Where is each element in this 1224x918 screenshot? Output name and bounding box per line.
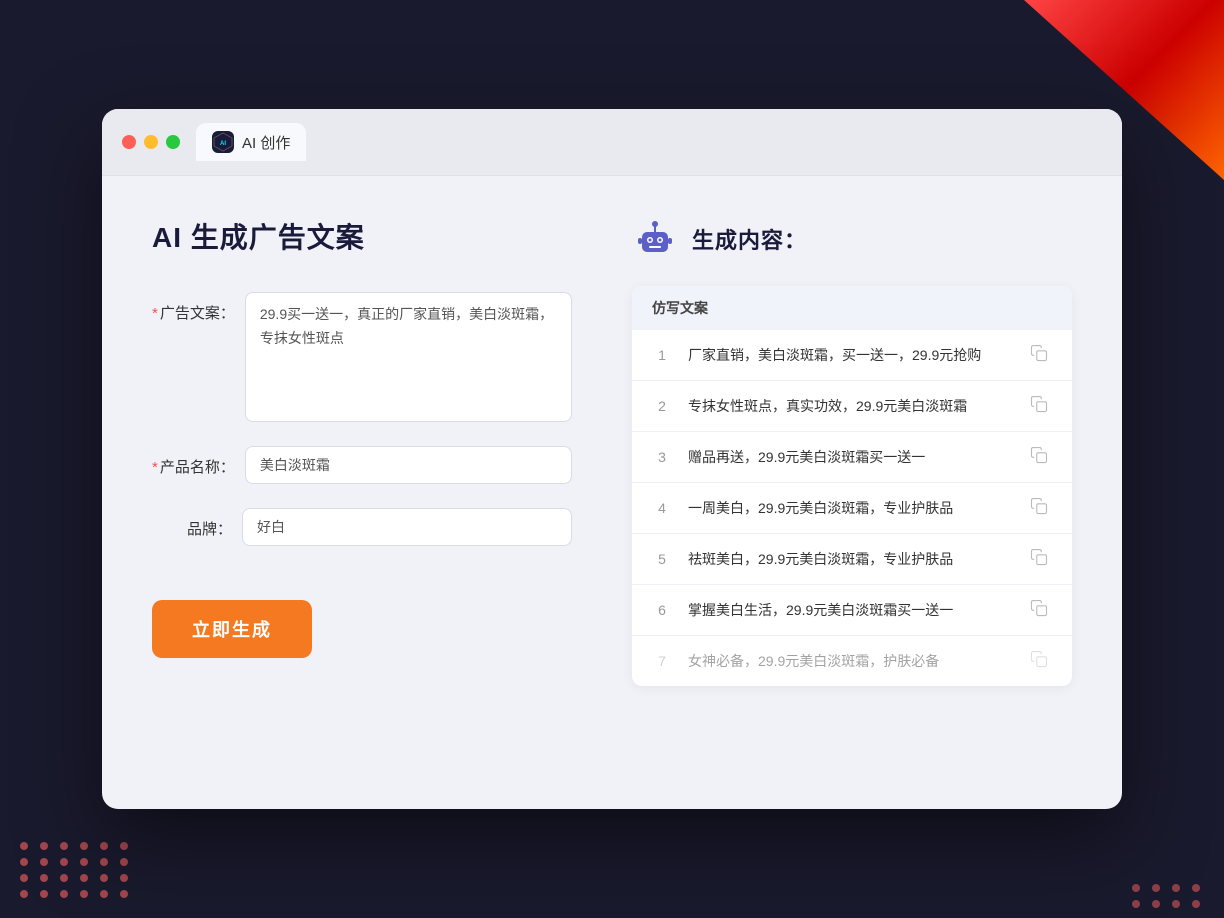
traffic-light-red[interactable] [122, 135, 136, 149]
result-text: 女神必备，29.9元美白淡斑霜，护肤必备 [688, 651, 1014, 672]
result-row: 2 专抹女性斑点，真实功效，29.9元美白淡斑霜 [632, 381, 1072, 432]
svg-text:AI: AI [220, 141, 226, 147]
product-name-label: *产品名称： [152, 446, 235, 477]
copy-button[interactable] [1030, 548, 1052, 570]
copy-button[interactable] [1030, 344, 1052, 366]
result-row: 1 厂家直销，美白淡斑霜，买一送一，29.9元抢购 [632, 330, 1072, 381]
result-text: 赠品再送，29.9元美白淡斑霜买一送一 [688, 447, 1014, 468]
tab-icon: AI [212, 131, 234, 153]
right-title: 生成内容： [692, 223, 807, 255]
main-content: AI 生成广告文案 *广告文案： *产品名称： 品牌： 立 [102, 176, 1122, 776]
robot-icon [632, 216, 678, 262]
results-list: 1 厂家直销，美白淡斑霜，买一送一，29.9元抢购 2 专抹女性斑点，真实功效，29… [632, 330, 1072, 686]
result-text: 厂家直销，美白淡斑霜，买一送一，29.9元抢购 [688, 345, 1014, 366]
tab-icon-svg: AI [212, 131, 234, 153]
bg-decoration-bottom-right [1132, 884, 1204, 908]
product-name-input[interactable] [245, 446, 572, 484]
tab-label: AI 创作 [242, 132, 290, 153]
result-number: 1 [652, 347, 672, 363]
browser-window: AI AI 创作 AI 生成广告文案 *广告文案： *产品名称： [102, 109, 1122, 809]
result-row: 5 祛斑美白，29.9元美白淡斑霜，专业护肤品 [632, 534, 1072, 585]
right-panel: 生成内容： 仿写文案 1 厂家直销，美白淡斑霜，买一送一，29.9元抢购 2 专抹女… [632, 216, 1072, 736]
required-star-ad: * [152, 305, 158, 322]
results-header: 仿写文案 [632, 286, 1072, 330]
page-title: AI 生成广告文案 [152, 216, 572, 256]
result-number: 3 [652, 449, 672, 465]
copy-button[interactable] [1030, 497, 1052, 519]
browser-tab[interactable]: AI AI 创作 [196, 123, 306, 161]
right-header: 生成内容： [632, 216, 1072, 262]
result-text: 专抹女性斑点，真实功效，29.9元美白淡斑霜 [688, 396, 1014, 417]
result-row: 6 掌握美白生活，29.9元美白淡斑霜买一送一 [632, 585, 1072, 636]
ad-copy-label: *广告文案： [152, 292, 235, 323]
copy-button[interactable] [1030, 599, 1052, 621]
robot-svg [632, 216, 678, 262]
result-number: 5 [652, 551, 672, 567]
copy-button[interactable] [1030, 650, 1052, 672]
traffic-lights [122, 135, 180, 149]
result-number: 4 [652, 500, 672, 516]
copy-button[interactable] [1030, 446, 1052, 468]
result-row: 4 一周美白，29.9元美白淡斑霜，专业护肤品 [632, 483, 1072, 534]
result-number: 7 [652, 653, 672, 669]
result-number: 2 [652, 398, 672, 414]
brand-label: 品牌： [152, 508, 232, 539]
result-row: 3 赠品再送，29.9元美白淡斑霜买一送一 [632, 432, 1072, 483]
dot-grid-decoration [20, 842, 132, 898]
result-text: 祛斑美白，29.9元美白淡斑霜，专业护肤品 [688, 549, 1014, 570]
bg-decoration-bottom-left [0, 822, 152, 918]
traffic-light-yellow[interactable] [144, 135, 158, 149]
ad-copy-input[interactable] [245, 292, 572, 422]
result-row: 7 女神必备，29.9元美白淡斑霜，护肤必备 [632, 636, 1072, 686]
results-container: 仿写文案 1 厂家直销，美白淡斑霜，买一送一，29.9元抢购 2 专抹女性斑点，真实… [632, 286, 1072, 686]
result-number: 6 [652, 602, 672, 618]
traffic-light-green[interactable] [166, 135, 180, 149]
generate-button[interactable]: 立即生成 [152, 600, 312, 658]
copy-button[interactable] [1030, 395, 1052, 417]
product-name-group: *产品名称： [152, 446, 572, 484]
title-bar: AI AI 创作 [102, 109, 1122, 176]
ad-copy-group: *广告文案： [152, 292, 572, 422]
brand-input[interactable] [242, 508, 572, 546]
required-star-product: * [152, 459, 158, 476]
result-text: 一周美白，29.9元美白淡斑霜，专业护肤品 [688, 498, 1014, 519]
left-panel: AI 生成广告文案 *广告文案： *产品名称： 品牌： 立 [152, 216, 572, 736]
result-text: 掌握美白生活，29.9元美白淡斑霜买一送一 [688, 600, 1014, 621]
brand-group: 品牌： [152, 508, 572, 546]
